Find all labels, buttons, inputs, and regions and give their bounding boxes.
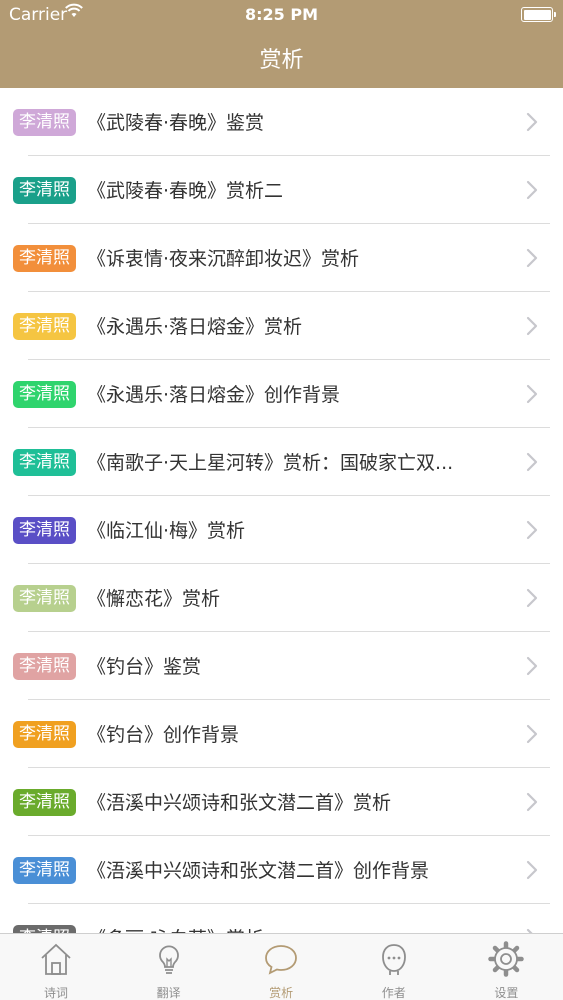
author-badge: 李清照 <box>13 517 76 544</box>
list-item-title: 《钓台》鉴赏 <box>87 656 202 678</box>
chevron-right-icon <box>526 792 538 812</box>
author-badge: 李清照 <box>13 857 76 884</box>
list-item[interactable]: 李清照 《武陵春·春晚》鉴赏 <box>0 88 563 156</box>
author-badge: 李清照 <box>13 381 76 408</box>
author-badge: 李清照 <box>13 585 76 612</box>
list-item[interactable]: 李清照 《懈恋花》赏析 <box>0 564 563 632</box>
chevron-right-icon <box>526 384 538 404</box>
list-item[interactable]: 李清照 《永遇乐·落日熔金》创作背景 <box>0 360 563 428</box>
list-item[interactable]: 李清照 《钓台》鉴赏 <box>0 632 563 700</box>
list-item[interactable]: 李清照 《多丽·咏白菊》赏析 <box>0 904 563 933</box>
tab-person[interactable]: 作者 <box>338 934 450 1000</box>
author-badge: 李清照 <box>13 653 76 680</box>
tab-house[interactable]: 诗词 <box>0 934 112 1000</box>
navigation-header: Carrier 8:25 PM 赏析 <box>0 0 563 88</box>
list-item-title: 《永遇乐·落日熔金》赏析 <box>87 316 303 338</box>
list-item-title: 《浯溪中兴颂诗和张文潜二首》赏析 <box>87 792 392 814</box>
chevron-right-icon <box>526 656 538 676</box>
author-badge: 李清照 <box>13 177 76 204</box>
tab-label: 翻译 <box>156 986 181 1000</box>
author-badge: 李清照 <box>13 109 76 136</box>
lightbulb-icon <box>158 945 179 974</box>
list-item[interactable]: 李清照 《浯溪中兴颂诗和张文潜二首》赏析 <box>0 768 563 836</box>
author-badge: 李清照 <box>13 925 76 933</box>
list-item[interactable]: 李清照 《诉衷情·夜来沉醉卸妆迟》赏析 <box>0 224 563 292</box>
author-badge: 李清照 <box>13 789 76 816</box>
list-item-title: 《懈恋花》赏析 <box>87 588 221 610</box>
person-icon <box>381 944 406 975</box>
list-item-title: 《南歌子·天上星河转》赏析：国破家亡双... <box>87 452 454 474</box>
status-time: 8:25 PM <box>244 5 318 24</box>
author-badge: 李清照 <box>13 721 76 748</box>
list-item[interactable]: 李清照 《南歌子·天上星河转》赏析：国破家亡双... <box>0 428 563 496</box>
chevron-right-icon <box>526 588 538 608</box>
chevron-right-icon <box>526 248 538 268</box>
analysis-list: 李清照 《武陵春·春晚》鉴赏 李清照 《武陵春·春晚》赏析二 李清照 《诉衷情·夜来沉醉卸… <box>0 88 563 933</box>
list-item[interactable]: 李清照 《钓台》创作背景 <box>0 700 563 768</box>
list-item-title: 《诉衷情·夜来沉醉卸妆迟》赏析 <box>87 248 360 270</box>
chevron-right-icon <box>526 860 538 880</box>
page-title: 赏析 <box>259 48 304 73</box>
list-item-title: 《临江仙·梅》赏析 <box>87 520 246 542</box>
chevron-right-icon <box>526 112 538 132</box>
list-item[interactable]: 李清照 《临江仙·梅》赏析 <box>0 496 563 564</box>
list-item-title: 《浯溪中兴颂诗和张文潜二首》创作背景 <box>87 860 430 882</box>
tab-label: 诗词 <box>43 986 68 1000</box>
list-item[interactable]: 李清照 《武陵春·春晚》赏析二 <box>0 156 563 224</box>
status-bar: Carrier 8:25 PM <box>0 0 563 30</box>
tab-bar: 诗词 翻译 赏析 作者 设置 <box>0 933 563 1000</box>
chevron-right-icon <box>526 520 538 540</box>
tab-gear[interactable]: 设置 <box>450 934 562 1000</box>
list-item-title: 《钓台》创作背景 <box>87 724 240 746</box>
tab-label: 设置 <box>494 986 519 1000</box>
tab-label: 作者 <box>381 986 406 1000</box>
list-item-title: 《武陵春·春晚》鉴赏 <box>87 112 265 134</box>
list-item-title: 《多丽·咏白菊》赏析 <box>87 926 497 933</box>
author-badge: 李清照 <box>13 449 76 476</box>
list-item[interactable]: 李清照 《浯溪中兴颂诗和张文潜二首》创作背景 <box>0 836 563 904</box>
gear-icon <box>488 941 525 977</box>
chevron-right-icon <box>526 180 538 200</box>
tab-lightbulb[interactable]: 翻译 <box>113 934 225 1000</box>
tab-speech-bubble[interactable]: 赏析 <box>225 934 337 1000</box>
list-item-title: 《永遇乐·落日熔金》创作背景 <box>87 384 341 406</box>
author-badge: 李清照 <box>13 313 76 340</box>
author-badge: 李清照 <box>13 245 76 272</box>
chevron-right-icon <box>526 316 538 336</box>
list-item[interactable]: 李清照 《永遇乐·落日熔金》赏析 <box>0 292 563 360</box>
list-item-title: 《武陵春·春晚》赏析二 <box>87 180 284 202</box>
battery-icon <box>521 7 556 22</box>
tab-label: 赏析 <box>269 986 294 1000</box>
speech-bubble-icon <box>265 945 298 975</box>
chevron-right-icon <box>526 452 538 472</box>
chevron-right-icon <box>526 724 538 744</box>
house-icon <box>41 943 71 975</box>
